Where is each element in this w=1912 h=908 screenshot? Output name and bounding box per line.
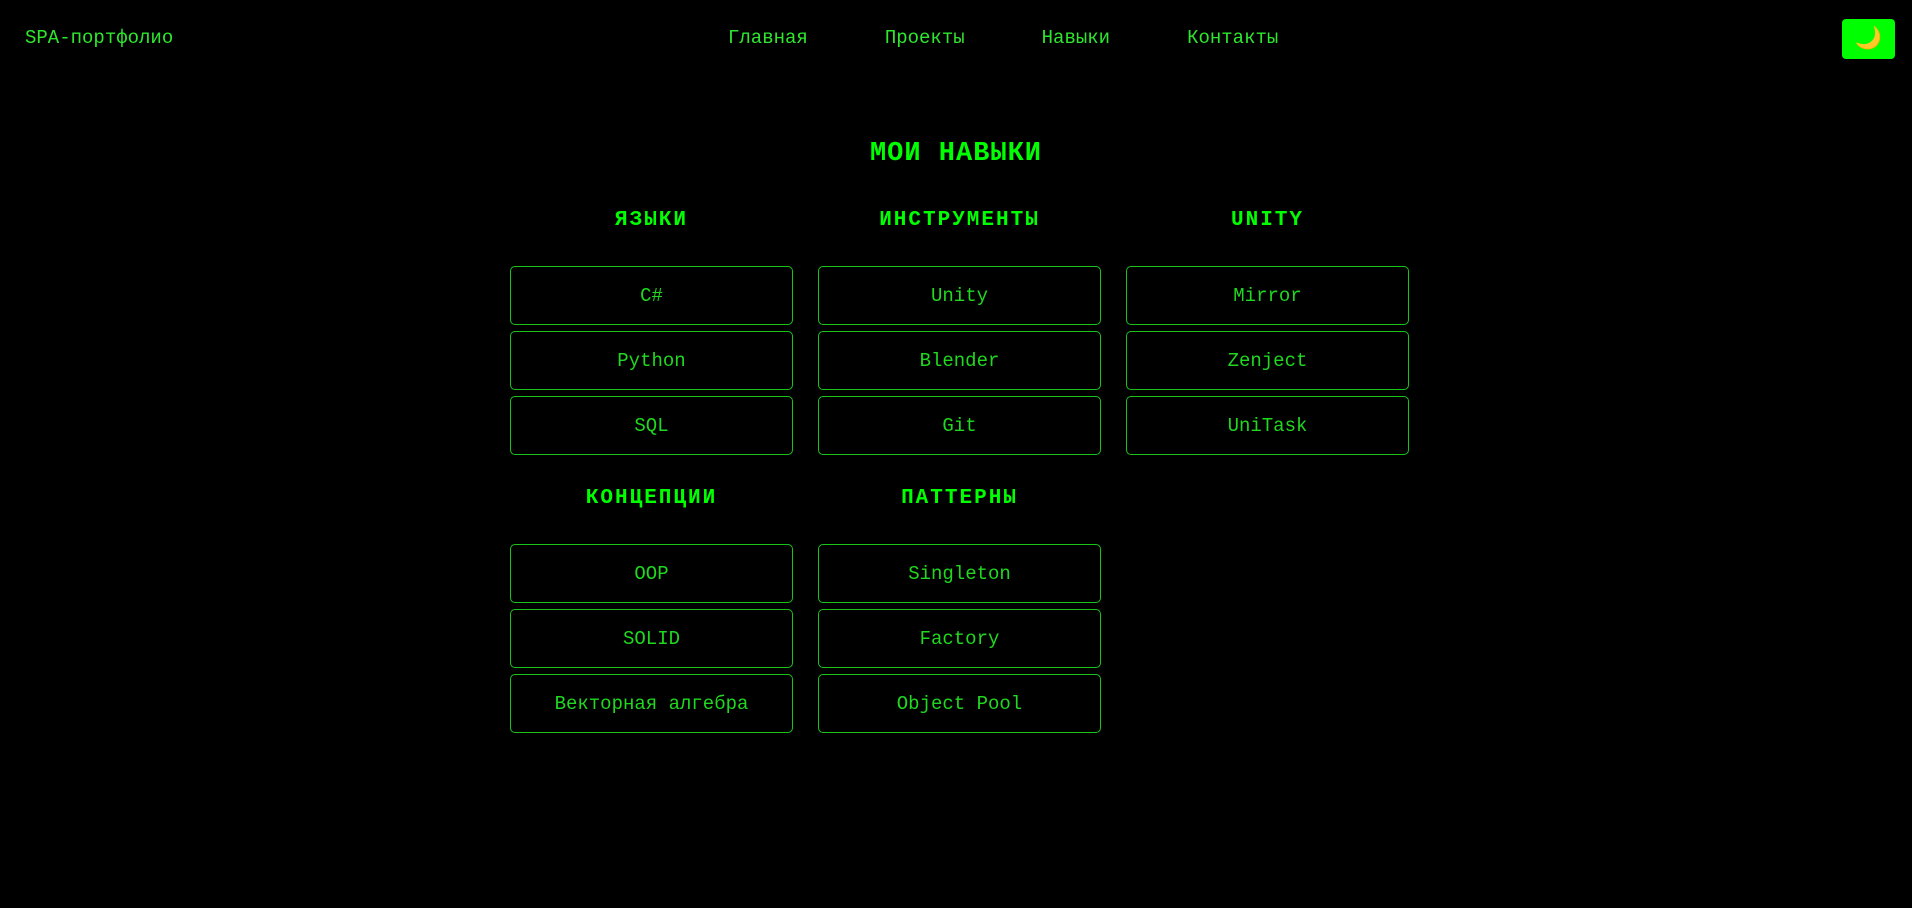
category-unity: UNITY Mirror Zenject UniTask [1126, 205, 1409, 455]
category-title: КОНЦЕПЦИИ [585, 487, 718, 510]
category-concepts: КОНЦЕПЦИИ OOP SOLID Векторная алгебра [510, 483, 793, 733]
category-title: UNITY [1230, 209, 1304, 232]
nav-link-contacts[interactable]: Контакты [1187, 27, 1278, 49]
category-title: ПАТТЕРНЫ [901, 487, 1018, 510]
skill-card: Blender [818, 331, 1101, 390]
category-languages: ЯЗЫКИ C# Python SQL [510, 205, 793, 455]
category-patterns: ПАТТЕРНЫ Singleton Factory Object Pool [818, 483, 1101, 733]
skill-card: Factory [818, 609, 1101, 668]
skill-card: Object Pool [818, 674, 1101, 733]
nav-link-projects[interactable]: Проекты [885, 27, 965, 49]
skill-card: Python [510, 331, 793, 390]
skill-card: C# [510, 266, 793, 325]
nav-link-home[interactable]: Главная [728, 27, 808, 49]
brand-logo[interactable]: SPA-портфолио [25, 27, 173, 49]
skill-card: Векторная алгебра [510, 674, 793, 733]
moon-icon: 🌙 [1854, 26, 1883, 51]
page-title: МОИ НАВЫКИ [869, 139, 1043, 169]
skill-card: UniTask [1126, 396, 1409, 455]
skill-card: Singleton [818, 544, 1101, 603]
skill-card: SOLID [510, 609, 793, 668]
skill-card: Zenject [1126, 331, 1409, 390]
main-nav: Главная Проекты Навыки Контакты [728, 27, 1278, 49]
skills-grid: ЯЗЫКИ C# Python SQL ИНСТРУМЕНТЫ Unity Bl… [510, 205, 1410, 733]
category-title: ЯЗЫКИ [614, 209, 688, 232]
skill-card: Unity [818, 266, 1101, 325]
category-tools: ИНСТРУМЕНТЫ Unity Blender Git [818, 205, 1101, 455]
skill-card: SQL [510, 396, 793, 455]
skill-card: Mirror [1126, 266, 1409, 325]
skill-card: OOP [510, 544, 793, 603]
category-title: ИНСТРУМЕНТЫ [879, 209, 1040, 232]
theme-toggle-button[interactable]: 🌙 [1842, 19, 1895, 59]
site-header: SPA-портфолио Главная Проекты Навыки Кон… [0, 0, 1912, 78]
nav-link-skills[interactable]: Навыки [1042, 27, 1110, 49]
skill-card: Git [818, 396, 1101, 455]
